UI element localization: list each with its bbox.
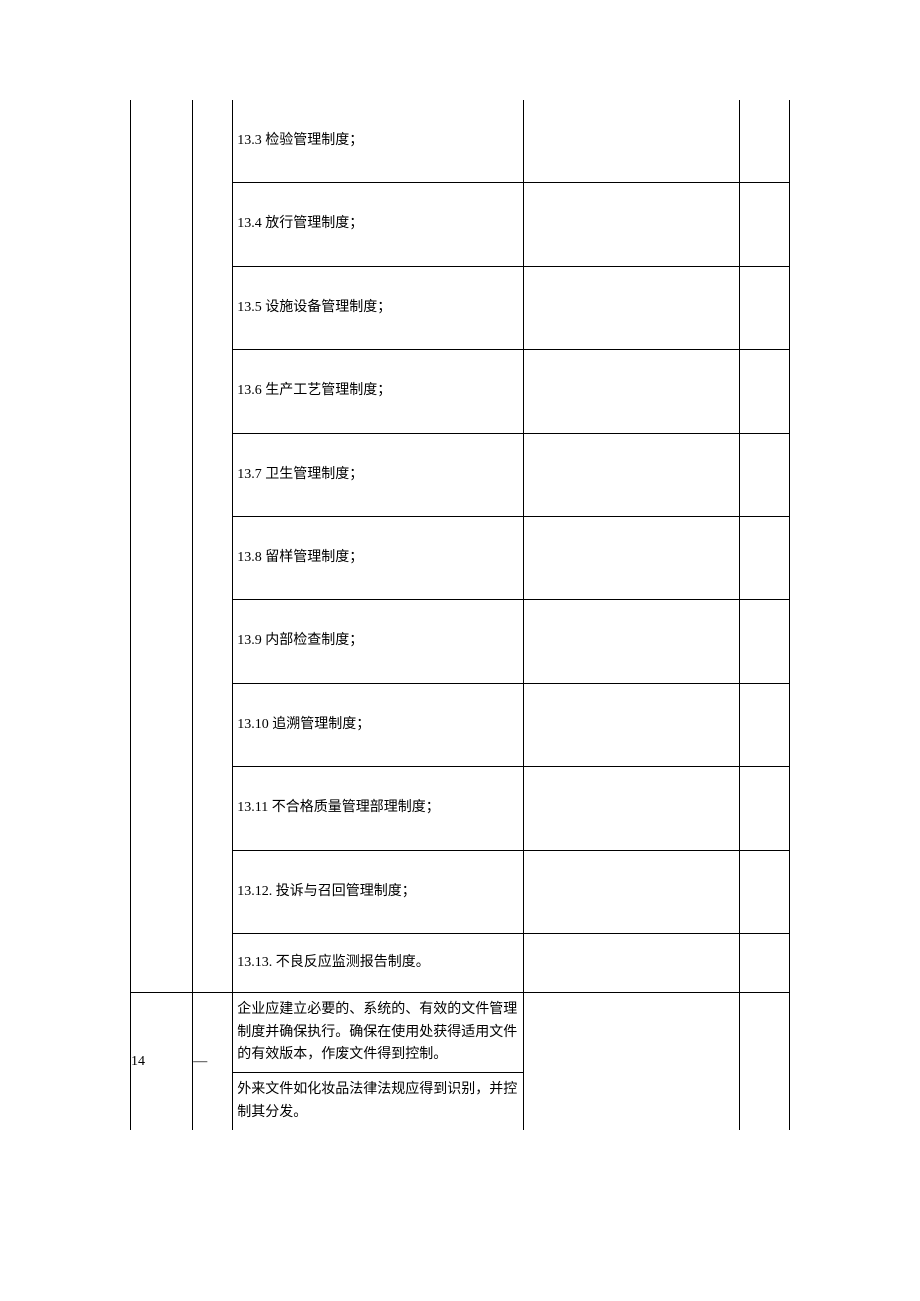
cell-note1 [524, 600, 740, 683]
content-text: 13.5 设施设备管理制度； [233, 267, 523, 349]
cell-content: 13.5 设施设备管理制度； [233, 266, 524, 349]
cell-note2 [739, 433, 789, 516]
content-text: 13.8 留样管理制度； [233, 517, 523, 599]
cell-note2 [739, 100, 789, 183]
content-text: 外来文件如化妆品法律法规应得到识别，并控制其分发。 [233, 1073, 523, 1130]
cell-note1 [524, 993, 740, 1130]
cell-num: 14 [131, 993, 193, 1130]
content-text: 13.9 内部检查制度； [233, 600, 523, 682]
row-mark: — [193, 1054, 207, 1069]
cell-note2 [739, 850, 789, 933]
cell-mark: — [193, 993, 233, 1130]
cell-note1 [524, 767, 740, 850]
cell-content: 13.3 检验管理制度； [233, 100, 524, 183]
cell-note1 [524, 433, 740, 516]
document-page: 13.3 检验管理制度； 13.4 放行管理制度； 13.5 设施设备管理制度； [0, 0, 920, 1301]
cell-note1 [524, 183, 740, 266]
cell-note1 [524, 850, 740, 933]
cell-content: 13.6 生产工艺管理制度； [233, 350, 524, 433]
cell-content: 13.4 放行管理制度； [233, 183, 524, 266]
cell-content: 13.7 卫生管理制度； [233, 433, 524, 516]
content-text: 13.7 卫生管理制度； [233, 434, 523, 516]
content-text: 13.13. 不良反应监测报告制度。 [233, 934, 523, 992]
cell-note2 [739, 183, 789, 266]
cell-note1 [524, 516, 740, 599]
content-text: 13.3 检验管理制度； [233, 100, 523, 182]
cell-note1 [524, 350, 740, 433]
content-text: 13.10 追溯管理制度； [233, 684, 523, 766]
cell-note2 [739, 993, 789, 1130]
cell-note2 [739, 600, 789, 683]
content-text: 企业应建立必要的、系统的、有效的文件管理制度并确保执行。确保在使用处获得适用文件… [233, 993, 523, 1072]
cell-content: 13.8 留样管理制度； [233, 516, 524, 599]
row-number: 14 [131, 1054, 145, 1069]
cell-note2 [739, 516, 789, 599]
cell-note2 [739, 683, 789, 766]
cell-note1 [524, 266, 740, 349]
cell-note2 [739, 767, 789, 850]
cell-content: 13.12. 投诉与召回管理制度； [233, 850, 524, 933]
cell-note2 [739, 266, 789, 349]
cell-note1 [524, 100, 740, 183]
content-text: 13.6 生产工艺管理制度； [233, 350, 523, 432]
content-text: 13.11 不合格质量管理部理制度； [233, 767, 523, 849]
table-row: 14 — 企业应建立必要的、系统的、有效的文件管理制度并确保执行。确保在使用处获… [131, 993, 790, 1073]
cell-note2 [739, 933, 789, 992]
cell-mark-blank [193, 100, 233, 993]
table-row: 13.3 检验管理制度； [131, 100, 790, 183]
cell-content: 13.11 不合格质量管理部理制度； [233, 767, 524, 850]
cell-content: 13.9 内部检查制度； [233, 600, 524, 683]
cell-note1 [524, 683, 740, 766]
cell-note1 [524, 933, 740, 992]
cell-content: 13.13. 不良反应监测报告制度。 [233, 933, 524, 992]
content-text: 13.12. 投诉与召回管理制度； [233, 851, 523, 933]
content-text: 13.4 放行管理制度； [233, 183, 523, 265]
regulation-table: 13.3 检验管理制度； 13.4 放行管理制度； 13.5 设施设备管理制度； [130, 100, 790, 1130]
cell-content: 13.10 追溯管理制度； [233, 683, 524, 766]
cell-content: 企业应建立必要的、系统的、有效的文件管理制度并确保执行。确保在使用处获得适用文件… [233, 993, 524, 1073]
cell-num-blank [131, 100, 193, 993]
cell-note2 [739, 350, 789, 433]
cell-content: 外来文件如化妆品法律法规应得到识别，并控制其分发。 [233, 1073, 524, 1130]
